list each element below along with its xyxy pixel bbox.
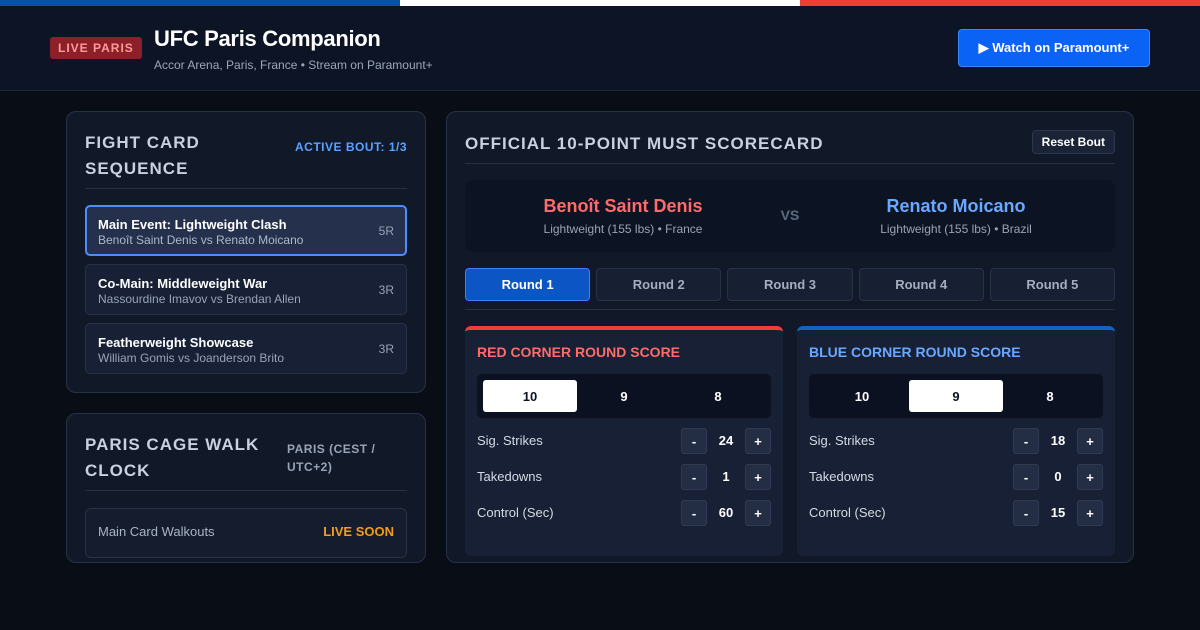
bout-rounds: 5R (378, 224, 394, 238)
tab-round-5[interactable]: Round 5 (989, 268, 1116, 301)
red-fighter-info: Lightweight (155 lbs) • France (543, 222, 703, 236)
bout-rounds: 3R (378, 283, 394, 297)
matchup-banner: Benoît Saint Denis Lightweight (155 lbs)… (465, 180, 1115, 252)
red-score-10[interactable]: 10 (483, 380, 577, 412)
stat-value: 60 (718, 505, 734, 520)
red-corner-card: RED CORNER ROUND SCORE 10 9 8 Sig. Strik… (465, 326, 783, 556)
decrement-button[interactable]: - (681, 428, 707, 454)
stat-value: 24 (718, 433, 734, 448)
app-title: UFC Paris Companion (154, 26, 381, 51)
scorecard-title: OFFICIAL 10-POINT MUST SCORECARD (465, 134, 824, 153)
blue-fighter-name: Renato Moicano (886, 196, 1026, 216)
bout-rounds: 3R (378, 342, 394, 356)
clock-title: PARIS CAGE WALK CLOCK (85, 435, 260, 480)
fight-card-title: FIGHT CARD SEQUENCE (85, 133, 200, 178)
watch-paramount-button[interactable]: ▶ Watch on Paramount+ (958, 29, 1150, 67)
stat-label: Sig. Strikes (477, 433, 543, 448)
walkout-label: Main Card Walkouts (98, 524, 215, 539)
active-bout-indicator: ACTIVE BOUT: 1/3 (295, 140, 408, 154)
decrement-button[interactable]: - (1013, 464, 1039, 490)
blue-score-9[interactable]: 9 (909, 380, 1003, 412)
red-stat-sig-strikes: Sig. Strikes - 24 + (477, 428, 771, 454)
stat-label: Control (Sec) (477, 505, 554, 520)
bout-item-main-event[interactable]: Main Event: Lightweight Clash Benoît Sai… (85, 205, 407, 256)
decrement-button[interactable]: - (681, 464, 707, 490)
app-subtitle: Accor Arena, Paris, France • Stream on P… (154, 58, 433, 72)
scorecard-panel: OFFICIAL 10-POINT MUST SCORECARD Reset B… (446, 111, 1134, 563)
red-score-selector: 10 9 8 (477, 374, 771, 418)
increment-button[interactable]: + (1077, 464, 1103, 490)
increment-button[interactable]: + (745, 464, 771, 490)
stat-label: Sig. Strikes (809, 433, 875, 448)
bout-item-featherweight[interactable]: Featherweight Showcase William Gomis vs … (85, 323, 407, 374)
stat-label: Control (Sec) (809, 505, 886, 520)
stat-value: 0 (1054, 469, 1062, 484)
tabs-divider (465, 309, 1115, 310)
app-header: LIVE PARIS UFC Paris Companion Accor Are… (0, 6, 1200, 91)
red-score-9[interactable]: 9 (577, 380, 671, 412)
walkout-status: LIVE SOON (323, 524, 394, 539)
bout-title: Main Event: Lightweight Clash (98, 217, 287, 232)
scorecard-header: OFFICIAL 10-POINT MUST SCORECARD (465, 130, 1115, 164)
stat-label: Takedowns (477, 469, 543, 484)
tab-round-2[interactable]: Round 2 (596, 268, 722, 301)
increment-button[interactable]: + (745, 500, 771, 526)
fight-card-panel: FIGHT CARD SEQUENCE ACTIVE BOUT: 1/3 Mai… (66, 111, 426, 393)
red-corner-title: RED CORNER ROUND SCORE (477, 344, 681, 360)
bout-fighters: Benoît Saint Denis vs Renato Moicano (98, 233, 304, 247)
bout-title: Featherweight Showcase (98, 335, 254, 350)
blue-fighter-info: Lightweight (155 lbs) • Brazil (880, 222, 1032, 236)
blue-corner-title: BLUE CORNER ROUND SCORE (809, 344, 1021, 360)
tab-round-1[interactable]: Round 1 (465, 268, 591, 301)
red-stat-takedowns: Takedowns - 1 + (477, 464, 771, 490)
blue-stat-takedowns: Takedowns - 0 + (809, 464, 1103, 490)
tab-round-3[interactable]: Round 3 (727, 268, 853, 301)
tab-round-4[interactable]: Round 4 (858, 268, 984, 301)
decrement-button[interactable]: - (1013, 500, 1039, 526)
red-score-8[interactable]: 8 (671, 380, 765, 412)
stat-value: 18 (1050, 433, 1066, 448)
decrement-button[interactable]: - (681, 500, 707, 526)
increment-button[interactable]: + (745, 428, 771, 454)
bout-title: Co-Main: Middleweight War (98, 276, 268, 291)
increment-button[interactable]: + (1077, 428, 1103, 454)
blue-score-8[interactable]: 8 (1003, 380, 1097, 412)
cage-walk-clock-panel: PARIS CAGE WALK CLOCK PARIS (CEST / UTC+… (66, 413, 426, 563)
blue-score-10[interactable]: 10 (815, 380, 909, 412)
stat-value: 1 (722, 469, 730, 484)
stat-value: 15 (1050, 505, 1066, 520)
walkout-row: Main Card Walkouts LIVE SOON (85, 508, 407, 558)
bout-fighters: William Gomis vs Joanderson Brito (98, 351, 285, 365)
clock-header: PARIS CAGE WALK CLOCK PARIS (CEST / UTC+… (85, 432, 407, 491)
blue-score-selector: 10 9 8 (809, 374, 1103, 418)
blue-stat-sig-strikes: Sig. Strikes - 18 + (809, 428, 1103, 454)
decrement-button[interactable]: - (1013, 428, 1039, 454)
blue-corner-card: BLUE CORNER ROUND SCORE 10 9 8 Sig. Stri… (797, 326, 1115, 556)
reset-bout-button[interactable]: Reset Bout (1031, 130, 1115, 154)
round-tabs: Round 1 Round 2 Round 3 Round 4 Round 5 (465, 268, 1116, 301)
fight-card-header: FIGHT CARD SEQUENCE ACTIVE BOUT: 1/3 (85, 130, 407, 189)
bout-item-co-main[interactable]: Co-Main: Middleweight War Nassourdine Im… (85, 264, 407, 315)
stat-label: Takedowns (809, 469, 875, 484)
red-stat-control: Control (Sec) - 60 + (477, 500, 771, 526)
live-badge: LIVE PARIS (50, 37, 142, 59)
clock-timezone: PARIS (CEST / UTC+2) (287, 442, 376, 474)
bout-fighters: Nassourdine Imavov vs Brendan Allen (98, 292, 301, 306)
blue-stat-control: Control (Sec) - 15 + (809, 500, 1103, 526)
increment-button[interactable]: + (1077, 500, 1103, 526)
